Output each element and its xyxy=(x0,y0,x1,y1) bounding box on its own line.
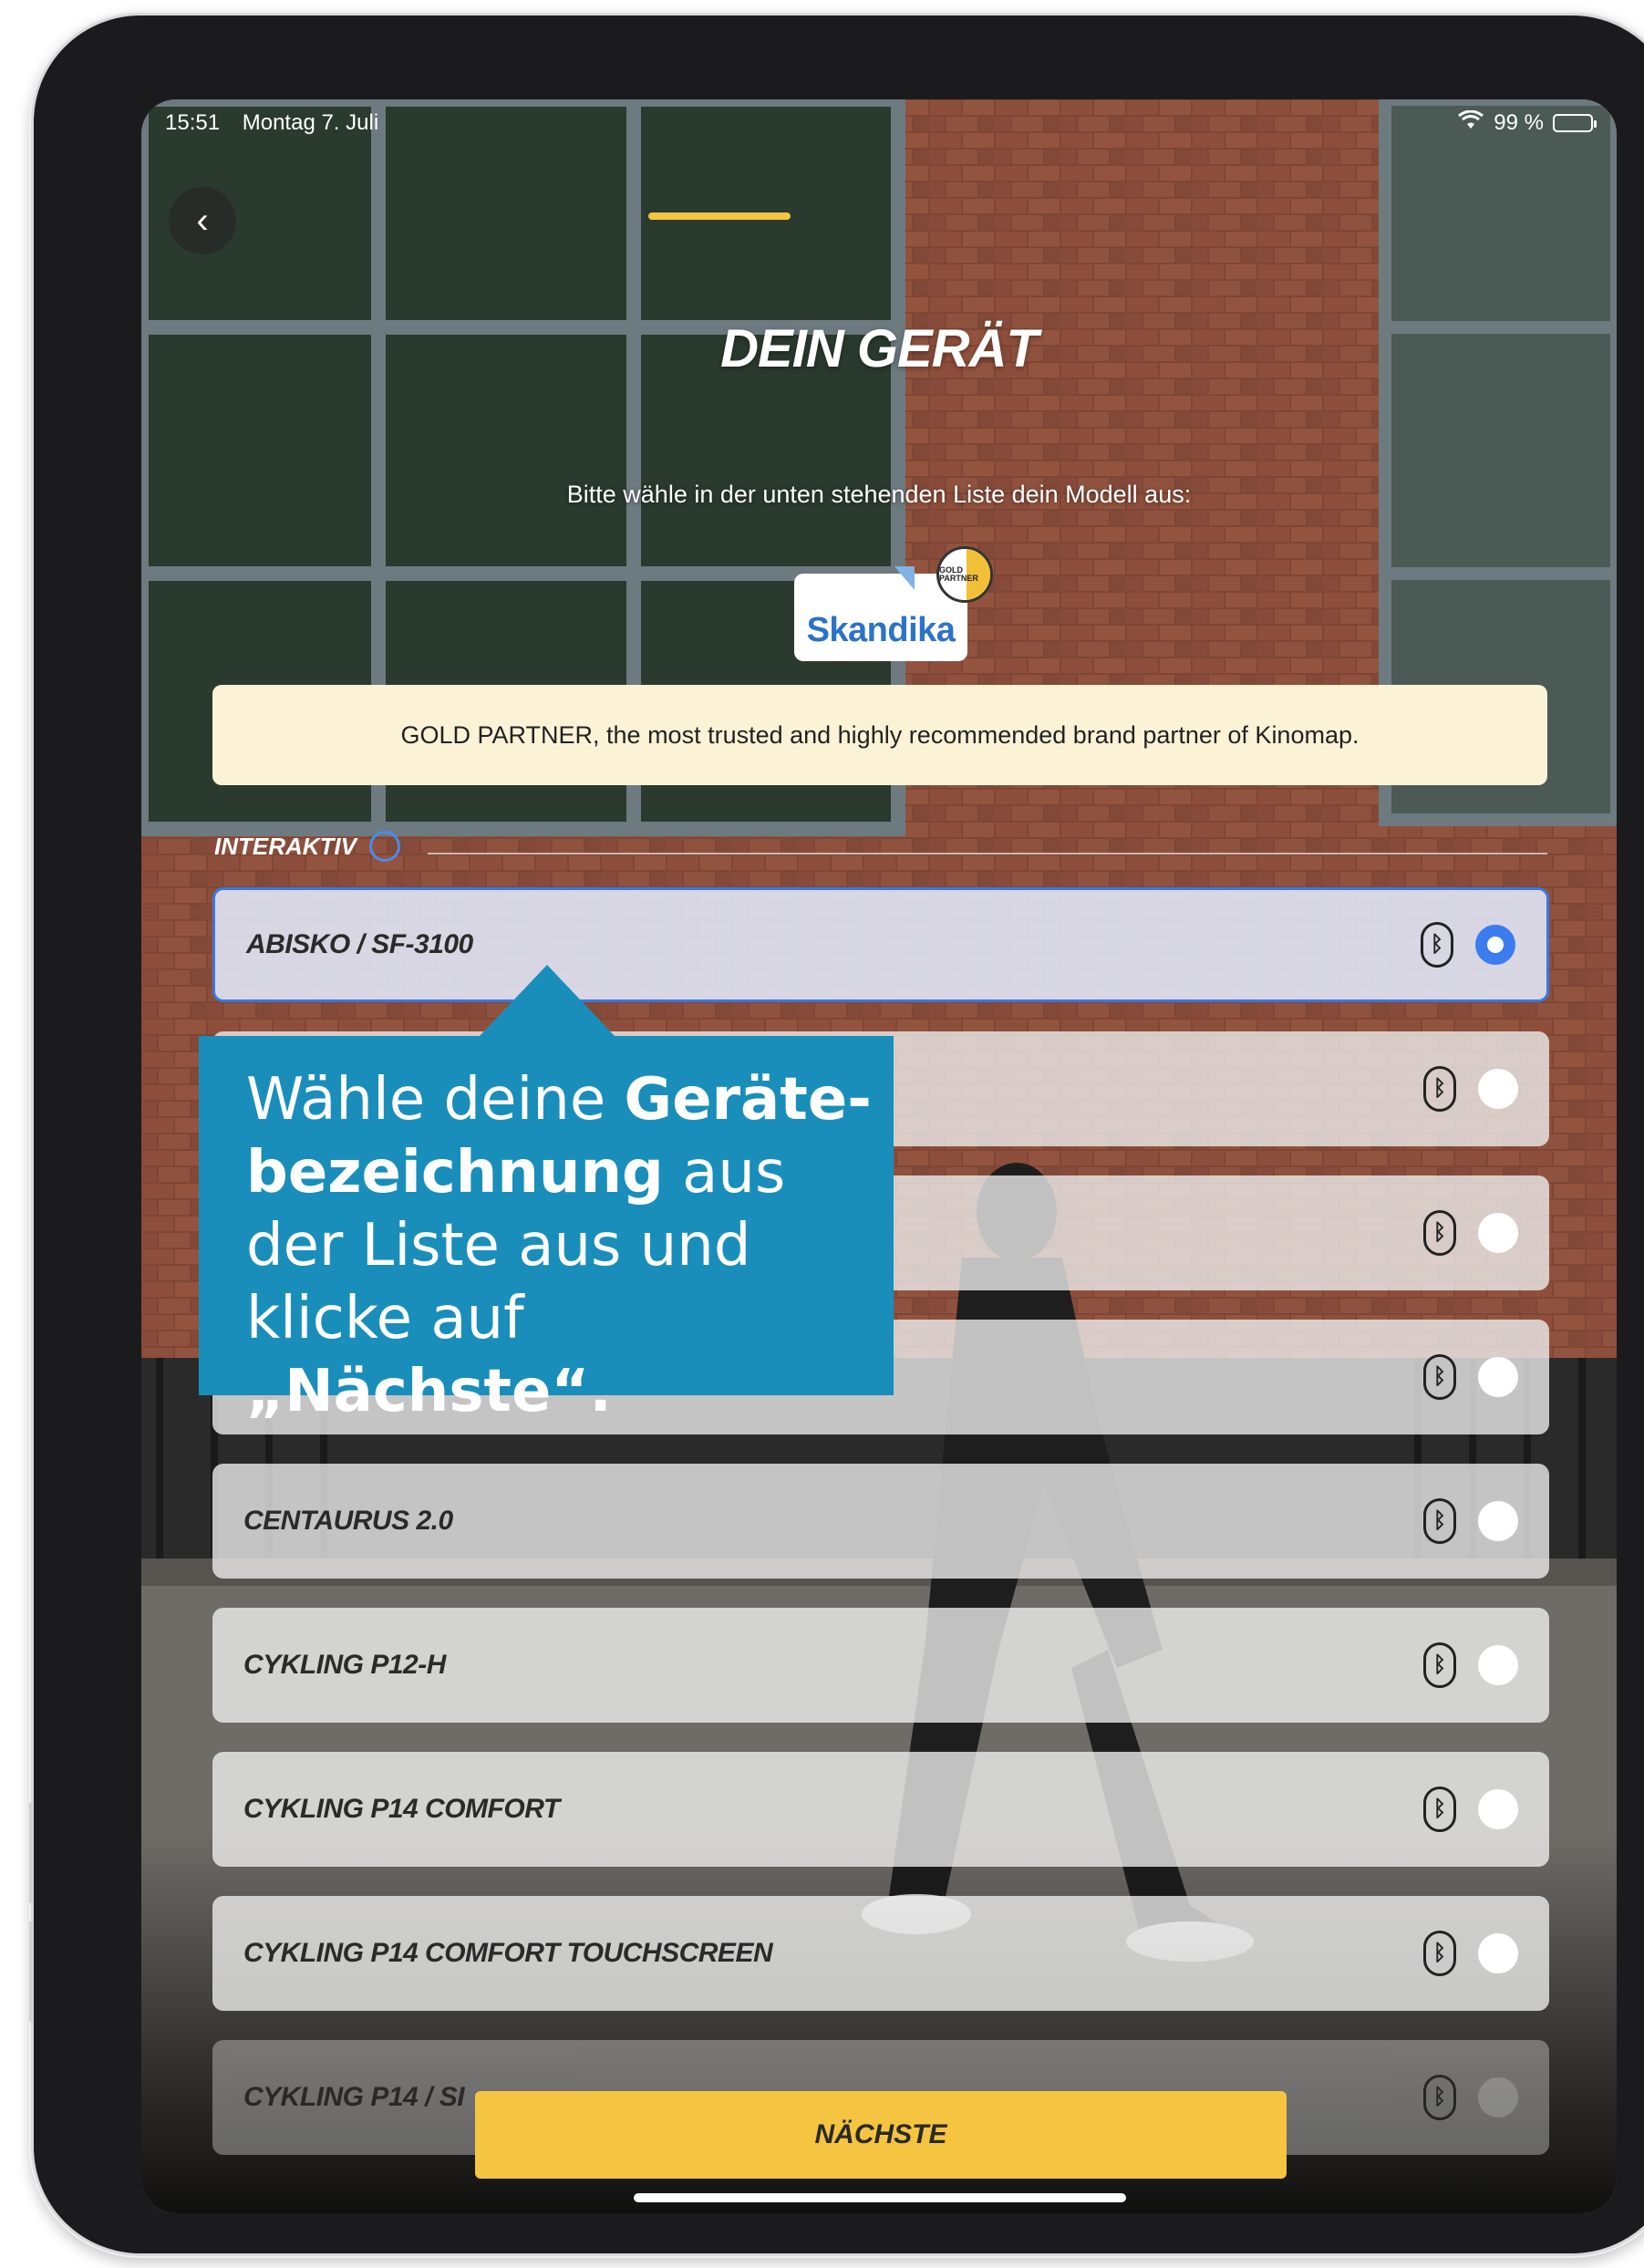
progress-segment xyxy=(962,212,1104,220)
bluetooth-icon: ᛒ xyxy=(1423,2075,1456,2120)
side-button xyxy=(29,1921,33,2022)
device-label: CENTAURUS 2.0 xyxy=(243,1506,453,1536)
bluetooth-icon: ᛒ xyxy=(1423,1354,1456,1400)
back-button[interactable]: ‹ xyxy=(169,187,236,254)
radio-button[interactable] xyxy=(1478,1069,1518,1109)
progress-segment xyxy=(805,212,947,220)
radio-button[interactable] xyxy=(1478,2077,1518,2118)
tooltip-bold-text: „Nächste“. xyxy=(246,1358,612,1425)
radio-button[interactable] xyxy=(1475,925,1515,965)
page-subtitle: Bitte wähle in der unten stehenden Liste… xyxy=(566,481,1192,508)
tooltip-arrow xyxy=(480,965,615,1036)
device-label: CYKLING P12-H xyxy=(243,1650,446,1680)
bluetooth-icon: ᛒ xyxy=(1423,1786,1456,1832)
side-button xyxy=(29,1803,33,1903)
status-time: 15:51 xyxy=(165,110,221,135)
battery-icon xyxy=(1553,114,1597,132)
status-bar: 15:51 Montag 7. Juli 99 % xyxy=(165,105,1597,141)
bluetooth-icon: ᛒ xyxy=(1423,1931,1456,1976)
partner-banner: GOLD PARTNER, the most trusted and highl… xyxy=(212,685,1547,785)
home-indicator xyxy=(634,2193,1126,2202)
bluetooth-icon: ᛒ xyxy=(1423,1498,1456,1544)
bluetooth-icon: ᛒ xyxy=(1423,1210,1456,1256)
instruction-tooltip: Wähle deine Geräte-bezeichnung aus der L… xyxy=(199,1036,894,1425)
device-list-item[interactable]: ABISKO / SF-3100 ᛒ xyxy=(212,887,1549,1002)
bluetooth-icon: ᛒ xyxy=(1421,922,1453,968)
brand-logo: Skandika GOLD PARTNER xyxy=(794,546,993,661)
radio-button[interactable] xyxy=(1478,1213,1518,1253)
battery-percent: 99 % xyxy=(1494,110,1544,135)
next-button[interactable]: NÄCHSTE xyxy=(475,2091,1287,2179)
gold-badge-text: GOLD PARTNER xyxy=(939,565,978,583)
brand-flag-icon xyxy=(894,566,915,590)
progress-segment-active xyxy=(648,212,791,220)
progress-indicator xyxy=(648,212,1104,220)
section-divider xyxy=(428,853,1547,854)
wifi-icon xyxy=(1457,109,1484,137)
device-label: ABISKO / SF-3100 xyxy=(246,929,473,959)
info-icon[interactable] xyxy=(369,831,400,862)
status-date: Montag 7. Juli xyxy=(242,110,379,135)
section-header: INTERAKTIV xyxy=(214,831,400,862)
radio-button[interactable] xyxy=(1478,1789,1518,1829)
device-list-item[interactable]: CYKLING P12-H ᛒ xyxy=(212,1608,1549,1723)
chevron-left-icon: ‹ xyxy=(196,200,209,241)
device-list-item[interactable]: CYKLING P14 COMFORT TOUCHSCREEN ᛒ xyxy=(212,1896,1549,2011)
radio-button[interactable] xyxy=(1478,1501,1518,1541)
section-label: INTERAKTIV xyxy=(214,832,357,860)
device-label: CYKLING P14 COMFORT TOUCHSCREEN xyxy=(243,1938,773,1968)
device-list-item[interactable]: CENTAURUS 2.0 ᛒ xyxy=(212,1464,1549,1579)
radio-button[interactable] xyxy=(1478,1357,1518,1397)
bluetooth-icon: ᛒ xyxy=(1423,1642,1456,1688)
bluetooth-icon: ᛒ xyxy=(1423,1066,1456,1112)
gold-partner-badge-icon: GOLD PARTNER xyxy=(936,546,993,603)
radio-button[interactable] xyxy=(1478,1645,1518,1685)
brand-logo-text: Skandika xyxy=(806,611,956,649)
page-title: DEIN GERÄT xyxy=(720,319,1039,378)
tooltip-text: Wähle deine xyxy=(246,1066,625,1134)
device-label: CYKLING P14 COMFORT xyxy=(243,1794,560,1824)
device-list-item[interactable]: CYKLING P14 COMFORT ᛒ xyxy=(212,1752,1549,1867)
radio-button[interactable] xyxy=(1478,1933,1518,1973)
